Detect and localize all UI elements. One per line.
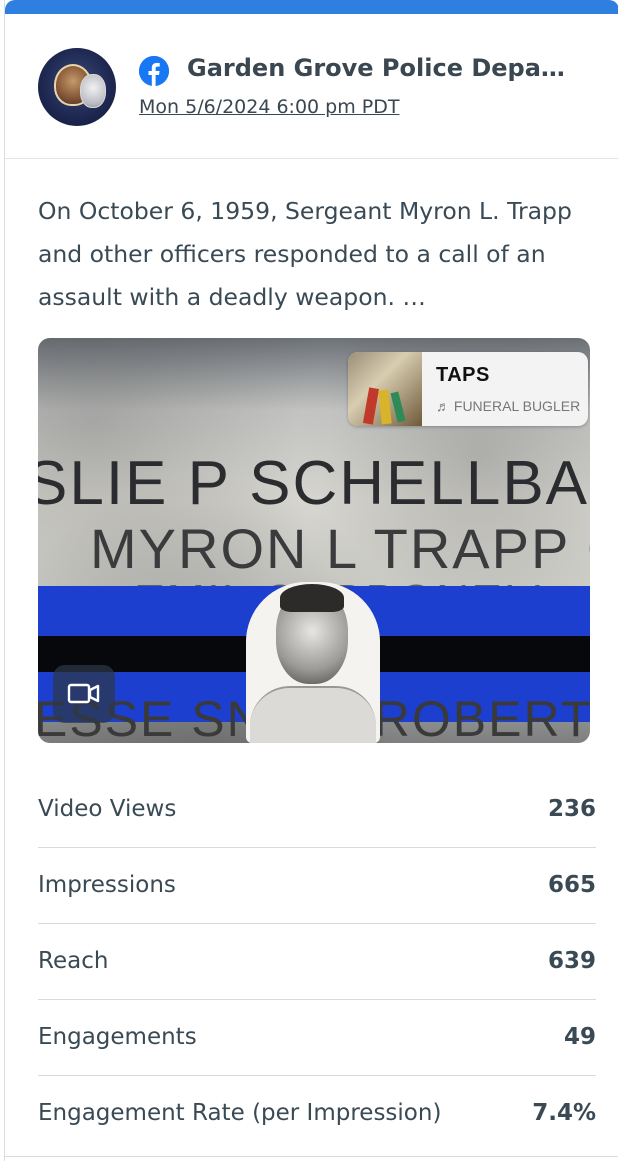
bugle-thumbnail (348, 352, 422, 426)
portrait-suit (250, 686, 376, 743)
music-subtitle: ♬ FUNERAL BUGLER (436, 398, 581, 414)
stat-label: Video Views (38, 796, 177, 822)
post-date-link[interactable]: Mon 5/6/2024 6:00 pm PDT (139, 96, 399, 118)
page-name[interactable]: Garden Grove Police Depa… (187, 54, 597, 82)
card-bottom-border (5, 1156, 618, 1162)
stat-row-video-views: Video Views 236 (38, 772, 596, 848)
post-stats: Video Views 236 Impressions 665 Reach 63… (38, 772, 596, 1151)
stat-value: 49 (563, 1024, 596, 1050)
engraved-name: SLIE P SCHELLBACH (38, 449, 590, 518)
video-camera-icon[interactable] (53, 665, 115, 723)
stat-value: 665 (547, 872, 596, 898)
stat-row-impressions: Impressions 665 (38, 848, 596, 924)
facebook-icon (139, 56, 169, 86)
portrait-hair (280, 584, 344, 612)
stat-label: Reach (38, 948, 109, 974)
music-title: TAPS (436, 364, 490, 386)
post-card: Garden Grove Police Depa… Mon 5/6/2024 6… (4, 0, 618, 1161)
page-avatar[interactable] (38, 48, 116, 126)
stat-label: Impressions (38, 872, 176, 898)
police-badge-image (80, 74, 106, 108)
stat-row-engagement-rate: Engagement Rate (per Impression) 7.4% (38, 1076, 596, 1151)
stat-label: Engagement Rate (per Impression) (38, 1100, 442, 1126)
stat-row-reach: Reach 639 (38, 924, 596, 1000)
post-text: On October 6, 1959, Sergeant Myron L. Tr… (38, 197, 572, 311)
stat-value: 7.4% (532, 1100, 596, 1126)
post-header: Garden Grove Police Depa… Mon 5/6/2024 6… (5, 14, 618, 159)
post-video-thumbnail[interactable]: SLIE P SCHELLBACH MYRON L TRAPP C EMIL C… (38, 338, 590, 743)
stat-value: 639 (547, 948, 596, 974)
engraved-name: MYRON L TRAPP C (90, 517, 590, 580)
card-accent-bar (5, 0, 618, 14)
officer-portrait (246, 582, 380, 743)
music-sticker[interactable]: TAPS ♬ FUNERAL BUGLER (348, 352, 588, 426)
stat-row-engagements: Engagements 49 (38, 1000, 596, 1076)
stat-label: Engagements (38, 1024, 197, 1050)
stat-value: 236 (547, 796, 596, 822)
